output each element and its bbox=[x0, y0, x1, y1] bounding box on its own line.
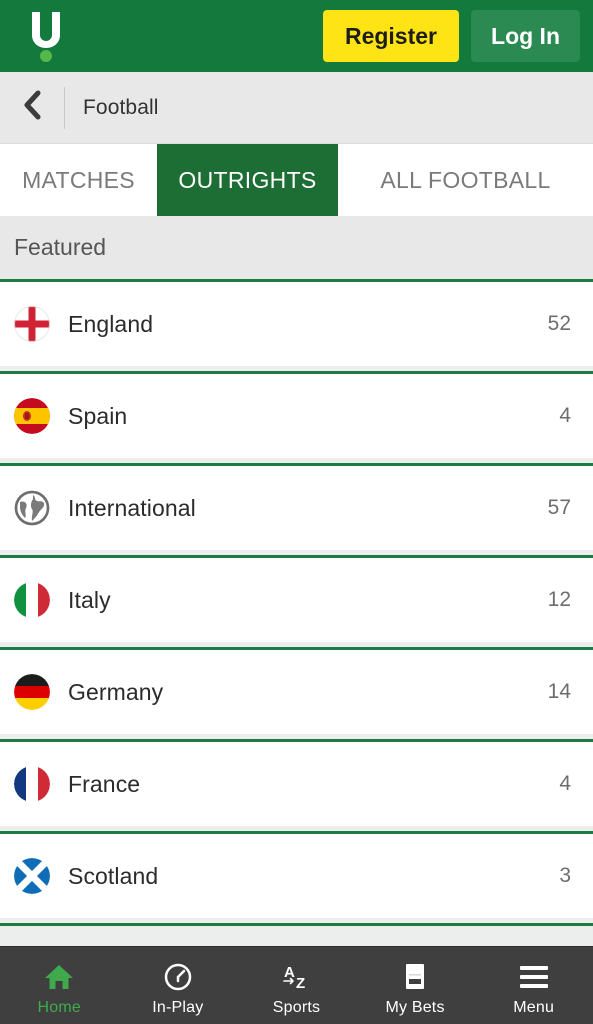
list-item-label: Germany bbox=[68, 678, 164, 705]
flag-scotland-icon bbox=[14, 858, 50, 894]
back-button[interactable] bbox=[0, 72, 64, 144]
tab-all-football[interactable]: ALL FOOTBALL bbox=[338, 144, 593, 216]
clock-icon bbox=[163, 961, 193, 993]
hamburger-icon bbox=[519, 961, 548, 993]
list-item-count: 4 bbox=[559, 772, 571, 795]
list-item[interactable]: England 52 bbox=[0, 282, 593, 366]
breadcrumb-label: Football bbox=[83, 95, 159, 119]
list-item-count: 14 bbox=[547, 680, 571, 703]
list-item[interactable]: Scotland 3 bbox=[0, 834, 593, 918]
home-icon bbox=[44, 961, 74, 993]
list-item-count: 12 bbox=[547, 588, 571, 611]
nav-item-label: Home bbox=[37, 998, 82, 1016]
row-separator bbox=[0, 734, 593, 742]
row-separator bbox=[0, 458, 593, 466]
login-button[interactable]: Log In bbox=[471, 10, 580, 62]
register-button[interactable]: Register bbox=[322, 10, 460, 62]
unibet-u-logo[interactable] bbox=[22, 8, 70, 64]
nav-item-sports[interactable]: A Z Sports bbox=[237, 947, 356, 1024]
row-separator bbox=[0, 550, 593, 558]
app-header: Register Log In bbox=[0, 0, 593, 72]
row-separator bbox=[0, 366, 593, 374]
betslip-icon bbox=[403, 961, 427, 993]
list-item[interactable]: Germany 14 bbox=[0, 650, 593, 734]
row-separator bbox=[0, 918, 593, 926]
svg-text:Z: Z bbox=[296, 975, 305, 992]
globe-icon bbox=[14, 490, 50, 526]
row-separator bbox=[0, 826, 593, 834]
list-item-label: Scotland bbox=[68, 862, 159, 889]
nav-item-home[interactable]: Home bbox=[0, 947, 119, 1024]
outrights-list: England 52 Spain 4 International 57 Ital… bbox=[0, 282, 593, 946]
list-item-label: Italy bbox=[68, 586, 111, 613]
a-z-icon: A Z bbox=[279, 961, 313, 993]
flag-germany-icon bbox=[14, 674, 50, 710]
nav-item-in-play[interactable]: In-Play bbox=[119, 947, 238, 1024]
list-item-count: 52 bbox=[547, 312, 571, 335]
row-separator bbox=[0, 642, 593, 650]
nav-item-label: Menu bbox=[513, 998, 555, 1016]
nav-item-label: Sports bbox=[272, 998, 321, 1016]
list-item-count: 57 bbox=[547, 496, 571, 519]
list-item-label: France bbox=[68, 770, 141, 797]
flag-france-icon bbox=[14, 766, 50, 802]
list-item-label: Spain bbox=[68, 402, 128, 429]
flag-england-icon bbox=[14, 306, 50, 342]
svg-text:A: A bbox=[284, 964, 295, 981]
list-item[interactable]: Italy 12 bbox=[0, 558, 593, 642]
list-item-label: England bbox=[68, 310, 154, 337]
breadcrumb: Football bbox=[0, 72, 593, 144]
list-item[interactable]: International 57 bbox=[0, 466, 593, 550]
nav-item-label: My Bets bbox=[385, 998, 445, 1016]
tab-matches[interactable]: MATCHES bbox=[0, 144, 157, 216]
nav-item-my-bets[interactable]: My Bets bbox=[356, 947, 475, 1024]
nav-item-menu[interactable]: Menu bbox=[474, 947, 593, 1024]
flag-spain-icon bbox=[14, 398, 50, 434]
list-item-count: 4 bbox=[559, 404, 571, 427]
nav-item-label: In-Play bbox=[152, 998, 204, 1016]
list-item-label: International bbox=[68, 494, 196, 521]
app-root: Register Log In Football MATCHES OUTRIGH… bbox=[0, 0, 593, 1024]
tab-outrights[interactable]: OUTRIGHTS bbox=[157, 144, 338, 216]
bottom-nav: Home In-Play A Z Sports My Bets Menu bbox=[0, 946, 593, 1024]
list-item[interactable]: Spain 4 bbox=[0, 374, 593, 458]
list-item[interactable]: France 4 bbox=[0, 742, 593, 826]
list-item-count: 3 bbox=[559, 864, 571, 887]
tab-bar: MATCHES OUTRIGHTS ALL FOOTBALL bbox=[0, 144, 593, 216]
flag-italy-icon bbox=[14, 582, 50, 618]
section-header-featured: Featured bbox=[0, 216, 593, 282]
chevron-left-icon bbox=[21, 90, 43, 125]
